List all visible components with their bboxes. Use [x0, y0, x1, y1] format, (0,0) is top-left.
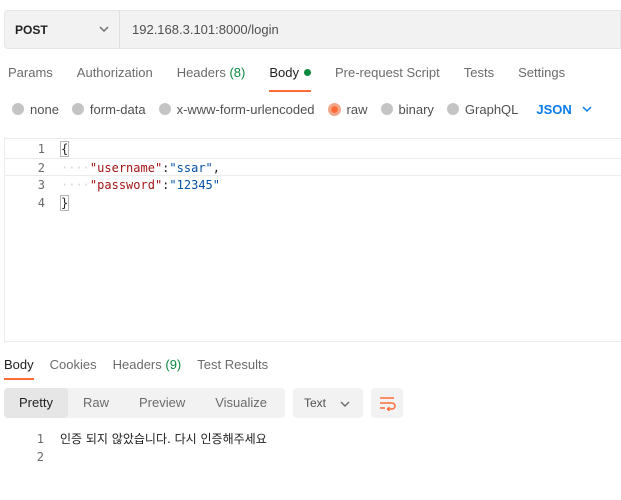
language-label: JSON: [536, 101, 572, 117]
headers-count: (8): [229, 65, 246, 80]
radio-label: none: [30, 101, 59, 117]
response-tabs: Body Cookies Headers (9) Test Results: [4, 356, 284, 380]
radio-x-www-form-urlencoded[interactable]: x-www-form-urlencoded: [158, 101, 315, 117]
tab-label: Body: [269, 65, 299, 80]
format-label: Text: [304, 396, 327, 410]
wrap-lines-button[interactable]: [371, 388, 403, 418]
radio-selected-icon: [327, 102, 341, 116]
radio-icon: [380, 103, 393, 115]
line-number: 4: [37, 196, 45, 210]
close-brace: }: [59, 195, 70, 211]
chevron-down-icon: [340, 401, 350, 407]
tab-cookies[interactable]: Cookies: [50, 356, 97, 380]
whitespace-marker: ····: [61, 161, 90, 175]
radio-label: raw: [346, 101, 368, 117]
editor-line: 3 ····"password":"12345": [5, 176, 621, 194]
body-indicator-dot: [303, 69, 311, 76]
code-text: ····"username":"ssar",: [61, 159, 220, 177]
line-number: 2: [37, 161, 45, 175]
tab-settings[interactable]: Settings: [518, 64, 565, 92]
quote: ": [169, 161, 177, 175]
wrap-lines-icon: [380, 397, 396, 411]
request-body-editor[interactable]: 1 { 2 ····"username":"ssar", 3 ····"pass…: [4, 138, 621, 342]
tab-label: Headers: [176, 65, 226, 80]
quote: ": [169, 178, 177, 192]
response-line: 2: [4, 448, 621, 466]
radio-label: form-data: [89, 101, 146, 117]
tab-response-body[interactable]: Body: [4, 356, 34, 380]
headers-count: (9): [165, 357, 182, 372]
chevron-down-icon: [582, 106, 592, 113]
code-text: ····"password":"12345": [61, 176, 220, 194]
view-mode-group: Pretty Raw Preview Visualize: [4, 388, 285, 418]
whitespace-marker: ····: [61, 178, 90, 192]
radio-icon: [158, 103, 171, 115]
response-text: 인증 되지 않았습니다. 다시 인증해주세요: [60, 432, 267, 446]
radio-label: x-www-form-urlencoded: [176, 101, 315, 117]
chevron-down-icon: [99, 26, 109, 32]
tab-body[interactable]: Body: [269, 64, 311, 92]
line-number: 1: [37, 142, 45, 156]
line-number: 1: [36, 432, 44, 446]
json-value: 12345: [176, 178, 213, 192]
tab-label: Cookies: [49, 357, 97, 372]
tab-label: Tests: [463, 65, 495, 80]
radio-icon: [446, 103, 459, 115]
radio-label: GraphQL: [464, 101, 519, 117]
method-label: POST: [15, 22, 48, 37]
tab-label: Pre-request Script: [334, 65, 440, 80]
body-type-options: none form-data x-www-form-urlencoded raw…: [12, 100, 592, 118]
tab-label: Test Results: [197, 357, 269, 372]
request-tabs: Params Authorization Headers (8) Body Pr…: [8, 64, 589, 92]
tab-headers[interactable]: Headers (8): [177, 64, 246, 92]
radio-label: binary: [398, 101, 434, 117]
tab-label: Params: [8, 65, 53, 80]
quote: ": [212, 178, 220, 192]
tab-pre-request-script[interactable]: Pre-request Script: [335, 64, 440, 92]
view-pretty-button[interactable]: Pretty: [4, 388, 68, 418]
tab-label: Headers: [112, 357, 162, 372]
radio-icon: [12, 103, 24, 115]
response-toolbar: Pretty Raw Preview Visualize Text: [4, 388, 403, 418]
line-number: 3: [37, 178, 45, 192]
open-brace: {: [59, 141, 70, 157]
tab-tests[interactable]: Tests: [464, 64, 494, 92]
code-text: {: [59, 140, 70, 158]
tab-response-headers[interactable]: Headers (9): [113, 356, 182, 380]
tab-label: Authorization: [76, 65, 153, 80]
radio-binary[interactable]: binary: [380, 101, 434, 117]
radio-raw[interactable]: raw: [327, 101, 368, 117]
response-line: 1 인증 되지 않았습니다. 다시 인증해주세요: [4, 430, 621, 448]
tab-params[interactable]: Params: [8, 64, 53, 92]
radio-none[interactable]: none: [12, 102, 59, 117]
editor-line: 4 }: [5, 194, 621, 212]
url-text: 192.168.3.101:8000/login: [132, 22, 279, 37]
comma: ,: [212, 161, 221, 175]
json-value: ssar: [176, 161, 206, 175]
editor-line: 2 ····"username":"ssar",: [5, 158, 621, 176]
format-select[interactable]: Text: [293, 388, 363, 418]
json-key: password: [97, 178, 155, 192]
tab-test-results[interactable]: Test Results: [197, 356, 268, 380]
radio-icon: [71, 103, 84, 115]
view-raw-button[interactable]: Raw: [68, 388, 124, 418]
view-preview-button[interactable]: Preview: [124, 388, 200, 418]
editor-line: 1 {: [5, 140, 621, 158]
view-visualize-button[interactable]: Visualize: [200, 388, 282, 418]
tab-authorization[interactable]: Authorization: [77, 64, 153, 92]
quote: ": [205, 161, 213, 175]
code-text: }: [59, 194, 70, 212]
radio-form-data[interactable]: form-data: [71, 101, 146, 117]
language-select[interactable]: JSON: [536, 101, 592, 117]
json-key: username: [97, 161, 155, 175]
tab-label: Settings: [518, 65, 566, 80]
line-number: 2: [36, 450, 44, 464]
url-input[interactable]: 192.168.3.101:8000/login: [119, 10, 621, 49]
method-select[interactable]: POST: [4, 10, 119, 49]
url-bar: POST 192.168.3.101:8000/login: [4, 10, 621, 49]
tab-label: Body: [4, 357, 34, 372]
radio-graphql[interactable]: GraphQL: [446, 101, 519, 117]
